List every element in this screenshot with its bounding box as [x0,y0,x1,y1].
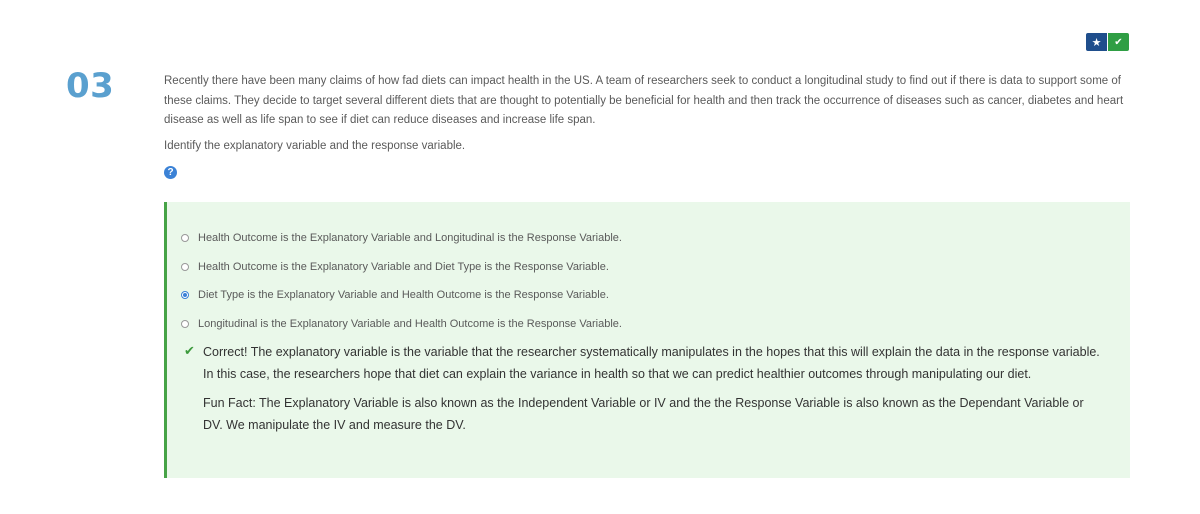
answer-option[interactable]: Health Outcome is the Explanatory Variab… [181,224,622,253]
status-badges: ★ ✔ [1086,33,1129,51]
feedback-text: Correct! The explanatory variable is the… [203,342,1104,436]
radio-button[interactable] [181,262,189,271]
check-badge[interactable]: ✔ [1108,33,1129,51]
checkmark-icon: ✔ [1114,36,1123,48]
radio-button[interactable] [181,234,189,243]
feedback-paragraph: Correct! The explanatory variable is the… [203,345,1100,381]
fun-fact-paragraph: Fun Fact: The Explanatory Variable is al… [203,396,1084,432]
option-label: Diet Type is the Explanatory Variable an… [198,289,609,302]
answer-option[interactable]: Health Outcome is the Explanatory Variab… [181,253,622,282]
answer-option[interactable]: Longitudinal is the Explanatory Variable… [181,310,622,339]
option-label: Longitudinal is the Explanatory Variable… [198,317,622,330]
option-label: Health Outcome is the Explanatory Variab… [198,232,622,245]
answer-option[interactable]: Diet Type is the Explanatory Variable an… [181,281,622,310]
help-icon[interactable]: ? [164,165,177,179]
question-content: Recently there have been many claims of … [164,72,1130,179]
answer-panel: Health Outcome is the Explanatory Variab… [164,202,1130,478]
star-badge[interactable]: ★ [1086,33,1107,51]
answer-options: Health Outcome is the Explanatory Variab… [181,224,622,338]
star-icon: ★ [1091,36,1102,49]
question-text: Recently there have been many claims of … [164,75,1124,126]
question-prompt: Identify the explanatory variable and th… [164,139,466,152]
correct-check-icon: ✔ [184,343,195,358]
option-label: Health Outcome is the Explanatory Variab… [198,260,609,273]
question-number: 03 [66,66,115,106]
radio-button-selected[interactable] [181,291,189,300]
feedback-message: ✔ Correct! The explanatory variable is t… [184,342,1104,436]
radio-button[interactable] [181,319,189,328]
